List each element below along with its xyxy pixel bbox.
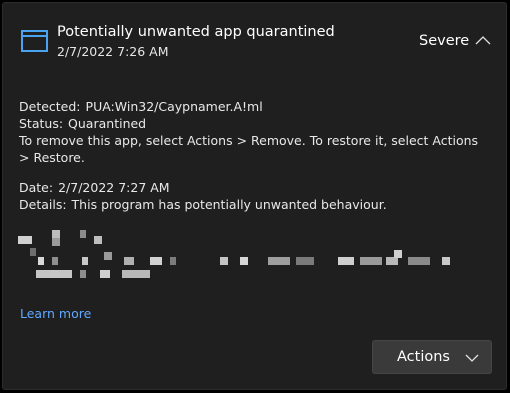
severity-label: Severe bbox=[419, 33, 470, 49]
date-label: Date: bbox=[19, 180, 54, 195]
details-row: Details: This program has potentially unw… bbox=[19, 196, 489, 213]
detected-value: PUA:Win32/Caypnamer.A!ml bbox=[85, 99, 263, 114]
date-value: 2/7/2022 7:27 AM bbox=[58, 180, 170, 195]
status-row: Status: Quarantined bbox=[19, 115, 489, 132]
threat-title: Potentially unwanted app quarantined bbox=[57, 24, 335, 40]
threat-card: Potentially unwanted app quarantined 2/7… bbox=[2, 2, 507, 390]
status-label: Status: bbox=[19, 116, 64, 131]
detected-label: Detected: bbox=[19, 99, 81, 114]
card-header[interactable]: Potentially unwanted app quarantined 2/7… bbox=[3, 3, 506, 73]
detected-row: Detected: PUA:Win32/Caypnamer.A!ml bbox=[19, 98, 489, 115]
actions-button-label: Actions bbox=[397, 349, 450, 365]
threat-details: Detected: PUA:Win32/Caypnamer.A!ml Status… bbox=[19, 98, 489, 213]
status-value: Quarantined bbox=[68, 116, 147, 131]
details-value: This program has potentially unwanted be… bbox=[71, 197, 387, 212]
app-window-icon bbox=[21, 30, 48, 52]
chevron-down-icon bbox=[465, 354, 479, 362]
details-label: Details: bbox=[19, 197, 67, 212]
learn-more-link[interactable]: Learn more bbox=[20, 306, 91, 321]
threat-timestamp: 2/7/2022 7:26 AM bbox=[57, 44, 169, 59]
instructions-text: To remove this app, select Actions > Rem… bbox=[19, 133, 479, 165]
date-row: Date: 2/7/2022 7:27 AM bbox=[19, 179, 489, 196]
chevron-up-icon[interactable] bbox=[473, 32, 493, 48]
actions-button[interactable]: Actions bbox=[372, 340, 492, 374]
